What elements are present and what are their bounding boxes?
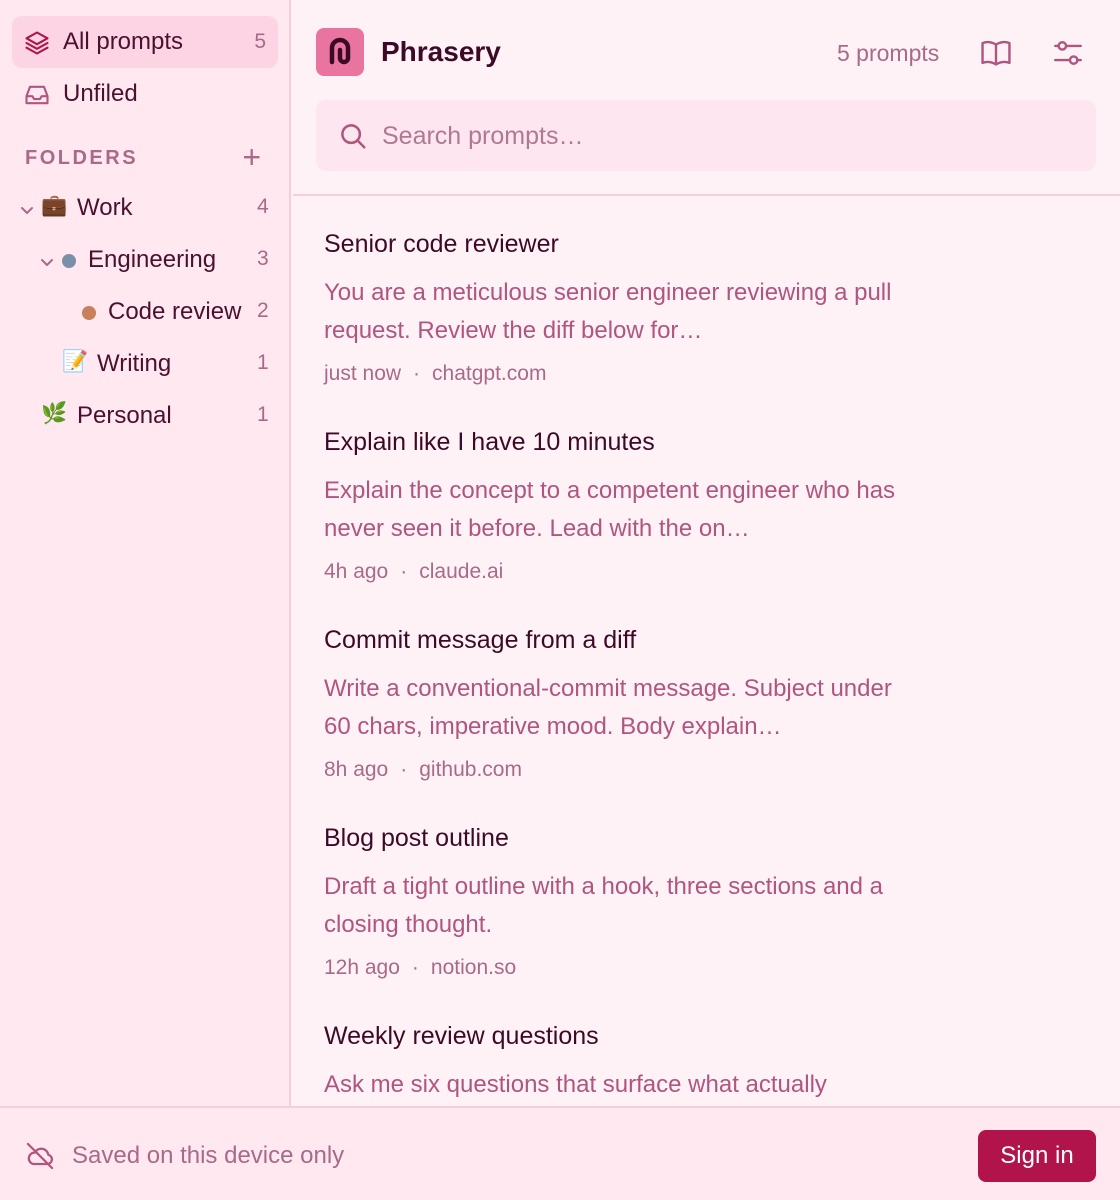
folder-label: Writing: [97, 350, 172, 377]
search-input[interactable]: [382, 114, 1072, 158]
folder-color-dot: [82, 306, 96, 320]
sign-in-button[interactable]: Sign in: [978, 1130, 1096, 1182]
meta-separator: ·: [400, 560, 408, 583]
folders-label: FOLDERS: [25, 147, 139, 169]
folder-label: Work: [77, 194, 133, 221]
prompt-card[interactable]: Explain like I have 10 minutes Explain t…: [324, 428, 914, 588]
app-logo: [316, 28, 364, 76]
prompt-meta: 8h ago · github.com: [324, 758, 522, 782]
prompt-card[interactable]: Blog post outline Draft a tight outline …: [324, 824, 914, 984]
nav-count: 5: [254, 30, 266, 53]
prompt-description: Draft a tight outline with a hook, three…: [324, 873, 883, 938]
prompt-meta: 12h ago · notion.so: [324, 956, 516, 980]
sidebar: All prompts 5 Unfiled FOLDERS + 💼 Work 4…: [0, 0, 291, 1106]
folder-label: Personal: [77, 402, 172, 429]
prompt-title: Weekly review questions: [324, 1022, 599, 1050]
prompt-meta: just now · chatgpt.com: [324, 362, 546, 386]
prompt-source: github.com: [419, 758, 522, 781]
prompt-description: You are a meticulous senior engineer rev…: [324, 279, 892, 344]
nav-label: Unfiled: [63, 80, 138, 107]
layers-icon: [25, 31, 49, 55]
meta-separator: ·: [400, 758, 408, 781]
prompt-time: 4h ago: [324, 560, 389, 583]
prompt-time: 8h ago: [324, 758, 389, 781]
herb-icon: 🌿: [41, 402, 68, 425]
prompt-title: Commit message from a diff: [324, 626, 637, 654]
prompt-card[interactable]: Weekly review questions Ask me six quest…: [324, 1022, 914, 1106]
nav-all-prompts[interactable]: All prompts 5: [12, 16, 278, 68]
prompt-title: Explain like I have 10 minutes: [324, 428, 655, 456]
folder-work[interactable]: 💼 Work 4: [0, 188, 290, 232]
folder-label: Engineering: [88, 246, 217, 273]
main-panel: Phrasery 5 prompts Senior code reviewer …: [293, 0, 1120, 1106]
footer: Saved on this device only Sign in: [0, 1106, 1120, 1200]
memo-icon: 📝: [62, 350, 89, 373]
prompt-description: Write a conventional-commit message. Sub…: [324, 675, 892, 740]
app-title: Phrasery: [381, 36, 501, 67]
prompt-time: 12h ago: [324, 956, 400, 979]
add-folder-button[interactable]: +: [242, 139, 261, 176]
meta-separator: ·: [413, 362, 421, 385]
prompt-title: Senior code reviewer: [324, 230, 559, 258]
briefcase-icon: 💼: [41, 194, 68, 217]
sliders-icon[interactable]: [1051, 36, 1085, 70]
prompt-title: Blog post outline: [324, 824, 509, 852]
prompt-source: notion.so: [430, 956, 517, 979]
folder-color-dot: [62, 254, 76, 268]
inbox-icon: [25, 85, 49, 105]
nav-label: All prompts: [63, 28, 184, 55]
nav-unfiled[interactable]: Unfiled: [12, 68, 278, 120]
prompt-card[interactable]: Commit message from a diff Write a conve…: [324, 626, 914, 786]
chevron-down-icon[interactable]: [19, 202, 35, 218]
search-bar: [316, 100, 1096, 171]
folder-count: 3: [257, 247, 269, 270]
cloud-off-icon: [26, 1142, 54, 1170]
prompt-meta: 4h ago · claude.ai: [324, 560, 503, 584]
folder-writing[interactable]: 📝 Writing 1: [0, 344, 290, 388]
book-icon[interactable]: [979, 36, 1013, 70]
meta-separator: ·: [411, 956, 419, 979]
folder-code-review[interactable]: Code review 2: [0, 292, 290, 336]
chevron-down-icon[interactable]: [39, 254, 55, 270]
search-icon: [341, 124, 366, 149]
folder-label: Code review: [108, 298, 242, 325]
prompt-list: Senior code reviewer You are a meticulou…: [293, 198, 1120, 1106]
prompt-time: just now: [324, 362, 402, 385]
logo-icon: [329, 37, 351, 65]
prompt-card[interactable]: Senior code reviewer You are a meticulou…: [324, 230, 914, 390]
prompt-description: Ask me six questions that surface what a…: [324, 1071, 827, 1098]
prompt-description: Explain the concept to a competent engin…: [324, 477, 896, 542]
folder-personal[interactable]: 🌿 Personal 1: [0, 396, 290, 440]
saved-status: Saved on this device only: [72, 1142, 345, 1169]
folder-count: 1: [257, 351, 269, 374]
prompt-count: 5 prompts: [837, 40, 940, 66]
folder-engineering[interactable]: Engineering 3: [0, 240, 290, 284]
folder-count: 2: [257, 299, 269, 322]
folder-count: 1: [257, 403, 269, 426]
folder-count: 4: [257, 195, 269, 218]
header: Phrasery 5 prompts: [293, 0, 1120, 196]
prompt-source: claude.ai: [419, 560, 504, 583]
folders-header: FOLDERS +: [25, 139, 265, 175]
prompt-source: chatgpt.com: [432, 362, 547, 385]
